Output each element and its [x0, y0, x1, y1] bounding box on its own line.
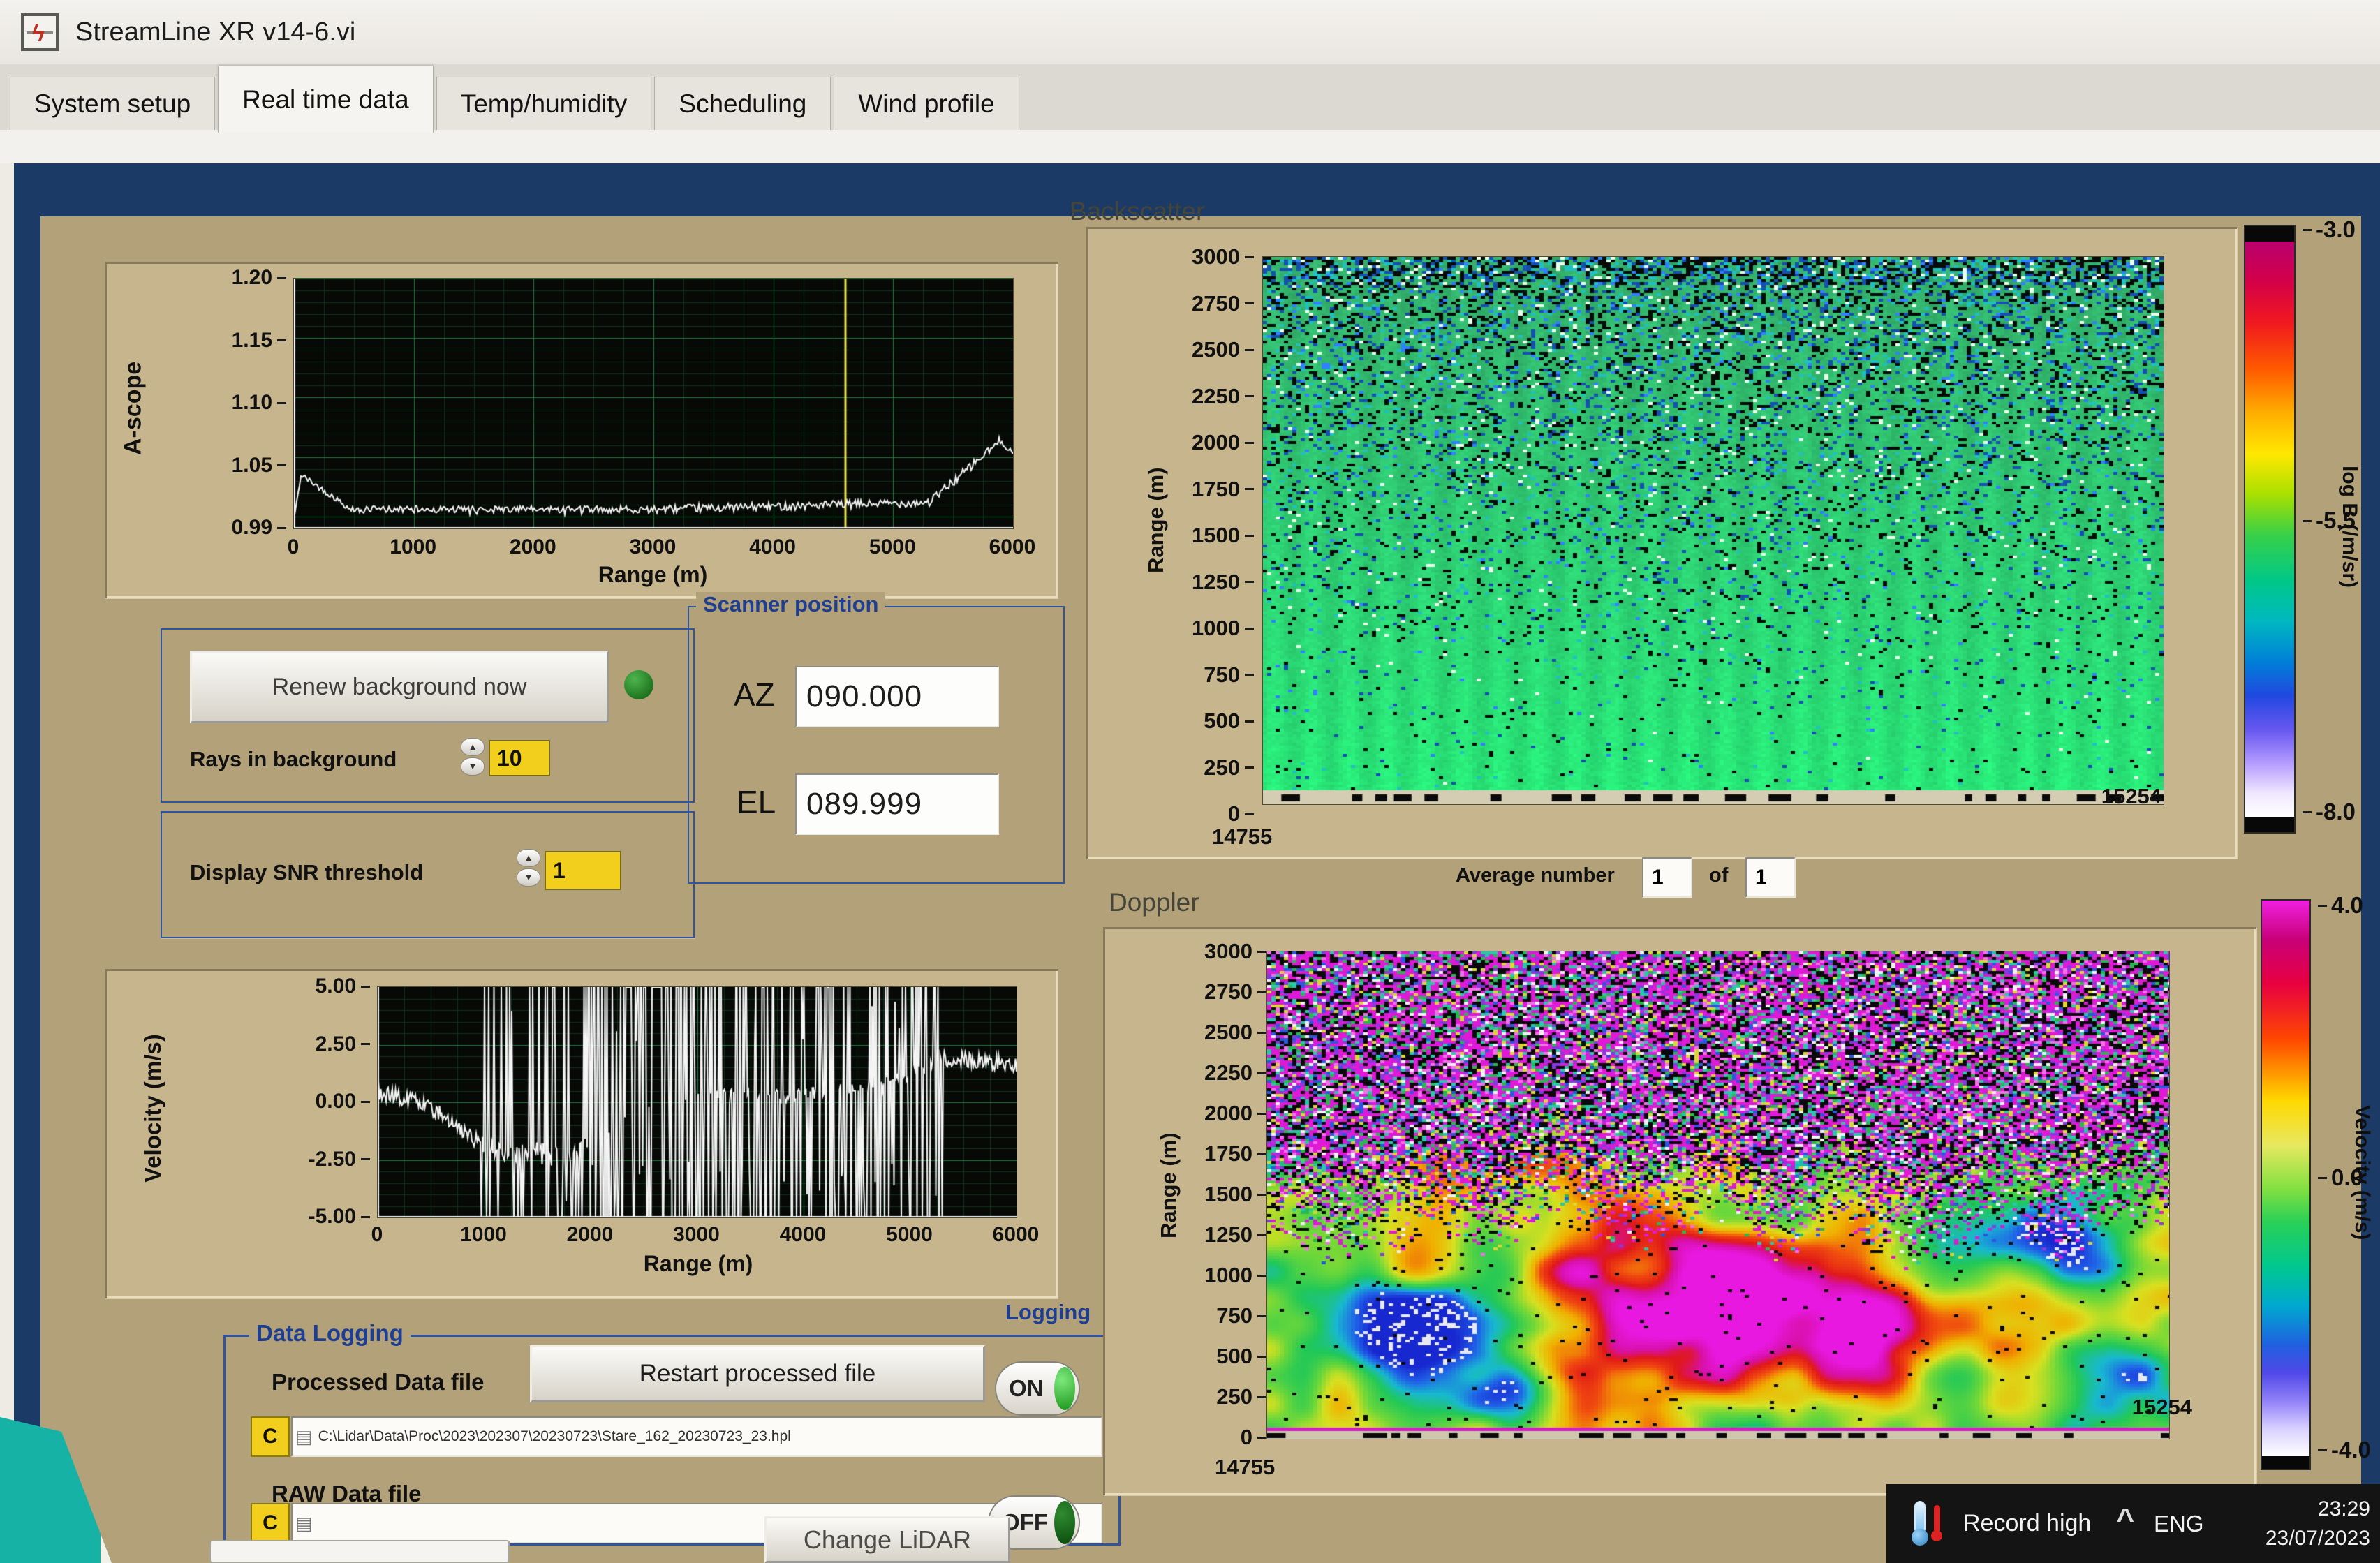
- scanner-position-title: Scanner position: [696, 592, 885, 617]
- raw-drive-icon: C: [251, 1503, 290, 1543]
- doppler-y-axis-label: Range (m): [1153, 1088, 1184, 1283]
- backscatter-title: Backscatter: [1070, 197, 1204, 226]
- on-led-icon: [1054, 1367, 1075, 1410]
- velocity-x-ticks: 0100020003000400050006000: [377, 1223, 1016, 1247]
- backscatter-color-gradient: [2245, 242, 2294, 817]
- off-led-icon: [1054, 1501, 1075, 1544]
- average-number-label: Average number: [1456, 864, 1615, 887]
- data-logging-group: Data Logging Processed Data file Restart…: [223, 1335, 1121, 1546]
- language-indicator[interactable]: ENG: [2154, 1511, 2204, 1537]
- backscatter-panel: Range (m) 300027502500225020001750150012…: [1086, 227, 2237, 859]
- clock[interactable]: 23:29 23/07/2023: [2266, 1495, 2370, 1553]
- snr-threshold-label: Display SNR threshold: [190, 860, 423, 885]
- restart-processed-file-button[interactable]: Restart processed file: [530, 1345, 985, 1402]
- velocity-x-axis-label: Range (m): [559, 1251, 838, 1277]
- path-type-icon: ▤: [295, 1513, 313, 1534]
- colorbar-top-cap: [2245, 226, 2294, 242]
- window-title: StreamLine XR v14-6.vi: [75, 17, 355, 47]
- labview-vi-icon: [21, 13, 59, 51]
- logging-label: Logging: [1005, 1300, 1091, 1325]
- renew-background-button[interactable]: Renew background now: [190, 651, 609, 723]
- ascope-x-ticks: 0100020003000400050006000: [293, 535, 1012, 559]
- doppler-colorbar: [2261, 899, 2311, 1470]
- backscatter-colorbar: [2244, 225, 2296, 834]
- backscatter-colorbar-label: log B (/m/sr): [2333, 363, 2365, 691]
- velocity-graph-panel: Velocity (m/s) 5.002.500.00-2.50-5.00 01…: [105, 969, 1058, 1298]
- taskbar-app-label[interactable]: Record high: [1963, 1510, 2091, 1537]
- az-field[interactable]: 090.000: [795, 666, 999, 727]
- el-field[interactable]: 089.999: [795, 773, 999, 835]
- doppler-colorbar-label: Velocity (m/s): [2346, 998, 2378, 1347]
- average-total-field[interactable]: 1: [1745, 857, 1796, 898]
- tray-chevron-icon[interactable]: ^: [2116, 1502, 2134, 1537]
- doppler-y-ticks: 3000275025002250200017501500125010007505…: [1183, 939, 1266, 1450]
- tab-page-top: [0, 130, 2380, 163]
- scanner-position-group: Scanner position AZ 090.000 EL 089.999: [688, 606, 1065, 884]
- tab-system-setup[interactable]: System setup: [10, 77, 215, 130]
- ascope-y-ticks: 1.201.151.101.050.99: [189, 266, 286, 540]
- average-number-field[interactable]: 1: [1642, 857, 1692, 898]
- ascope-graph-panel: A-scope 1.201.151.101.050.99 01000200030…: [105, 262, 1058, 598]
- snr-value[interactable]: 1: [545, 851, 621, 890]
- tab-temp-humidity[interactable]: Temp/humidity: [436, 77, 652, 130]
- snr-spinner[interactable]: ▲▼: [517, 849, 540, 888]
- window-titlebar: StreamLine XR v14-6.vi: [0, 0, 2380, 64]
- colorbar-bottom-cap: [2262, 1456, 2309, 1469]
- processed-path-field[interactable]: ▤ C:\Lidar\Data\Proc\2023\202307\2023072…: [291, 1416, 1102, 1457]
- doppler-panel: Range (m) 300027502500225020001750150012…: [1103, 927, 2256, 1495]
- tab-scheduling[interactable]: Scheduling: [654, 77, 831, 130]
- partial-button-cut-off[interactable]: [209, 1540, 510, 1563]
- el-label: EL: [737, 783, 776, 821]
- tab-real-time-data[interactable]: Real time data: [218, 66, 434, 133]
- photo-of-monitor: StreamLine XR v14-6.vi System setupReal …: [0, 0, 2380, 1563]
- doppler-heatmap: [1266, 951, 2170, 1439]
- clock-date: 23/07/2023: [2266, 1524, 2370, 1553]
- backscatter-heatmap: [1262, 256, 2164, 805]
- change-lidar-button[interactable]: Change LiDAR: [764, 1516, 1010, 1563]
- az-label: AZ: [734, 676, 775, 713]
- rays-in-background-label: Rays in background: [190, 747, 397, 772]
- velocity-y-axis-label: Velocity (m/s): [137, 1004, 169, 1213]
- thermometer-icon[interactable]: [1910, 1499, 1948, 1548]
- colorbar-bottom-cap: [2245, 817, 2294, 832]
- velocity-plot: [377, 986, 1017, 1218]
- processed-data-file-label: Processed Data file: [272, 1369, 484, 1395]
- average-of-label: of: [1709, 864, 1728, 887]
- doppler-x-start: 14755: [1215, 1455, 1275, 1480]
- processed-path-text: C:\Lidar\Data\Proc\2023\202307\20230723\…: [318, 1428, 791, 1445]
- data-logging-title: Data Logging: [249, 1320, 411, 1347]
- tab-wind-profile[interactable]: Wind profile: [834, 77, 1019, 130]
- path-type-icon: ▤: [295, 1426, 313, 1448]
- window-left-edge: [0, 163, 14, 1563]
- processed-logging-on-toggle[interactable]: ON: [995, 1361, 1080, 1416]
- backscatter-x-end: 15254: [2050, 784, 2161, 809]
- velocity-y-ticks: 5.002.500.00-2.50-5.00: [272, 975, 370, 1229]
- ascope-plot: [293, 278, 1014, 529]
- clock-time: 23:29: [2266, 1495, 2370, 1524]
- ascope-x-axis-label: Range (m): [513, 562, 792, 588]
- main-panel: A-scope 1.201.151.101.050.99 01000200030…: [40, 216, 2361, 1563]
- backscatter-x-start: 14755: [1212, 824, 1272, 850]
- backscatter-y-axis-label: Range (m): [1141, 422, 1171, 618]
- backscatter-y-ticks: 3000275025002250200017501500125010007505…: [1170, 244, 1254, 827]
- rays-spinner[interactable]: ▲▼: [461, 738, 485, 777]
- background-controls-group: Renew background now Rays in background …: [161, 628, 695, 803]
- on-label: ON: [1009, 1375, 1044, 1402]
- doppler-x-end: 15254: [2080, 1395, 2192, 1420]
- processed-drive-icon: C: [251, 1416, 290, 1457]
- doppler-title: Doppler: [1109, 888, 1199, 917]
- tab-strip: System setupReal time dataTemp/humidityS…: [0, 64, 2380, 130]
- windows-taskbar: Record high ^ ENG 23:29 23/07/2023: [1886, 1484, 2380, 1563]
- rays-value[interactable]: 10: [489, 740, 550, 776]
- background-status-led: [624, 670, 653, 699]
- ascope-y-axis-label: A-scope: [117, 318, 149, 499]
- doppler-color-gradient: [2262, 901, 2309, 1456]
- snr-threshold-group: Display SNR threshold ▲▼ 1: [161, 811, 695, 938]
